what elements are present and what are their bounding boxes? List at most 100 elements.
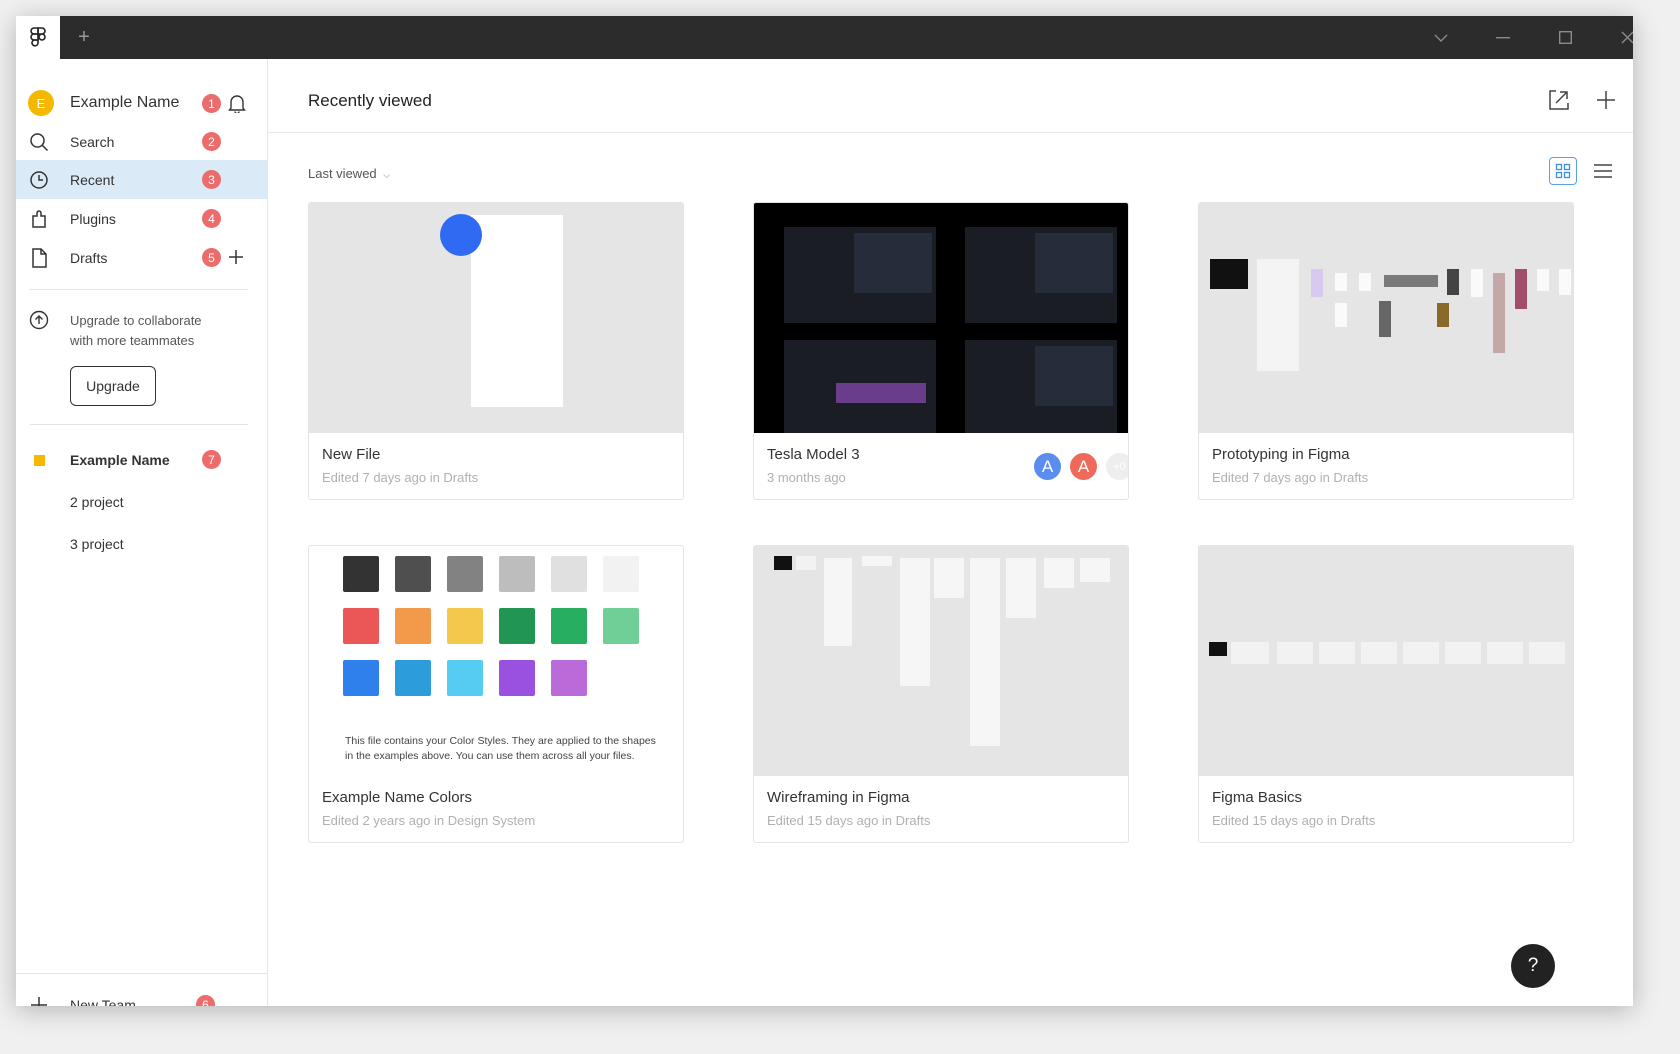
sidebar-item-plugins[interactable]: Plugins 4: [16, 199, 267, 238]
list-view-button[interactable]: [1589, 157, 1617, 185]
file-subtitle: Edited 15 days ago in Drafts: [767, 813, 931, 828]
team-name: Example Name: [70, 451, 170, 468]
note-line: in the examples above. You can use them …: [345, 750, 635, 762]
team-color-swatch: [34, 455, 45, 466]
file-icon: [28, 247, 50, 269]
upgrade-text: Upgrade to collaborate with more teammat…: [70, 311, 202, 351]
sidebar-item-label: Drafts: [70, 249, 108, 266]
sidebar-item-recent[interactable]: Recent 3: [16, 160, 267, 199]
sidebar-item-search[interactable]: Search 2: [16, 122, 267, 161]
file-card[interactable]: Figma Basics Edited 15 days ago in Draft…: [1198, 545, 1574, 843]
annotation-badge: 7: [202, 450, 221, 469]
frame-preview: [1437, 303, 1449, 327]
maximize-icon[interactable]: [1550, 16, 1580, 59]
upgrade-icon: [28, 309, 50, 336]
frame-preview: [1471, 269, 1483, 297]
frame-preview: [471, 215, 563, 407]
frame-preview: [1537, 269, 1549, 291]
minimize-icon[interactable]: [1488, 16, 1518, 59]
sidebar-item-label: Plugins: [70, 210, 116, 227]
file-card[interactable]: Wireframing in Figma Edited 15 days ago …: [753, 545, 1129, 843]
user-avatar: E: [28, 90, 54, 116]
media-preview: [836, 383, 926, 403]
file-card[interactable]: New File Edited 7 days ago in Drafts: [308, 202, 684, 500]
frame-preview: [934, 558, 964, 598]
help-button[interactable]: ?: [1511, 944, 1555, 988]
project-label: 3 project: [70, 535, 124, 552]
color-swatch: [499, 556, 535, 592]
frame-preview: [1361, 642, 1397, 664]
import-icon[interactable]: [1547, 88, 1571, 117]
new-team-button[interactable]: New Team... 6: [16, 985, 267, 1006]
collaborator-overflow[interactable]: +0: [1104, 451, 1128, 482]
bell-icon[interactable]: [228, 94, 246, 118]
map-preview: [854, 233, 932, 293]
chevron-down-icon[interactable]: [1426, 16, 1456, 59]
frame-preview: [1335, 273, 1347, 291]
frame-preview: [1403, 642, 1439, 664]
grid-view-button[interactable]: [1549, 157, 1577, 185]
user-menu[interactable]: E Example Name 1: [16, 88, 267, 118]
annotation-badge: 6: [196, 995, 215, 1006]
file-thumbnail: [1199, 546, 1573, 776]
annotation-badge: 4: [202, 209, 221, 228]
new-file-icon[interactable]: [1594, 88, 1618, 117]
main-content: Recently viewed Last viewed ⌵ New File E…: [268, 59, 1633, 1006]
sidebar-item-drafts[interactable]: Drafts 5: [16, 238, 267, 277]
file-thumbnail: [754, 546, 1128, 776]
circle-shape: [440, 214, 482, 256]
figma-logo-icon[interactable]: [16, 16, 60, 59]
frame-preview: [1529, 642, 1565, 664]
frame-preview: [1335, 303, 1347, 327]
file-title: Wireframing in Figma: [767, 789, 910, 806]
color-swatch: [395, 660, 431, 696]
file-subtitle: Edited 7 days ago in Drafts: [1212, 470, 1369, 485]
sort-dropdown[interactable]: Last viewed ⌵: [308, 166, 390, 181]
collaborator-avatar[interactable]: A: [1032, 451, 1063, 482]
frame-preview: [1447, 269, 1459, 295]
frame-preview: [1311, 269, 1323, 297]
page-title: Recently viewed: [308, 91, 432, 110]
project-item[interactable]: 3 project: [16, 524, 267, 563]
color-swatch: [343, 660, 379, 696]
annotation-badge: 5: [202, 248, 221, 267]
annotation-badge: 1: [202, 94, 221, 113]
frame-preview: [862, 556, 892, 566]
add-draft-icon[interactable]: [228, 249, 244, 270]
user-name: Example Name: [70, 94, 180, 111]
color-swatch: [603, 556, 639, 592]
project-item[interactable]: 2 project: [16, 482, 267, 521]
frame-preview: [1006, 558, 1036, 618]
team-item[interactable]: Example Name 7: [16, 440, 267, 479]
file-subtitle: Edited 7 days ago in Drafts: [322, 470, 479, 485]
file-card[interactable]: Tesla Model 3 3 months ago A A +0: [753, 202, 1129, 500]
file-subtitle: Edited 2 years ago in Design System: [322, 813, 536, 828]
search-icon: [28, 131, 50, 153]
collaborator-avatar[interactable]: A: [1068, 451, 1099, 482]
frame-preview: [1559, 269, 1571, 295]
file-title: New File: [322, 446, 381, 463]
frame-preview: [900, 558, 930, 686]
sidebar-divider: [30, 424, 248, 425]
map-preview: [1035, 346, 1113, 406]
frame-preview: [1231, 642, 1269, 664]
frame-preview: [1515, 269, 1527, 309]
sort-label: Last viewed: [308, 166, 377, 181]
sidebar-divider: [30, 289, 248, 290]
grid-icon: [1555, 163, 1571, 179]
upgrade-text-line: with more teammates: [70, 333, 195, 348]
color-swatch: [395, 556, 431, 592]
title-bar: +: [16, 16, 1633, 59]
file-card[interactable]: Prototyping in Figma Edited 7 days ago i…: [1198, 202, 1574, 500]
file-title: Tesla Model 3: [767, 446, 860, 463]
color-swatch: [447, 660, 483, 696]
new-tab-button[interactable]: +: [68, 16, 100, 59]
close-icon[interactable]: [1612, 16, 1633, 59]
upgrade-button[interactable]: Upgrade: [70, 366, 156, 406]
file-subtitle: Edited 15 days ago in Drafts: [1212, 813, 1376, 828]
file-card[interactable]: This file contains your Color Styles. Th…: [308, 545, 684, 843]
color-swatch: [395, 608, 431, 644]
frame-preview: [824, 558, 852, 646]
color-swatch: [499, 608, 535, 644]
file-subtitle: 3 months ago: [767, 470, 846, 485]
